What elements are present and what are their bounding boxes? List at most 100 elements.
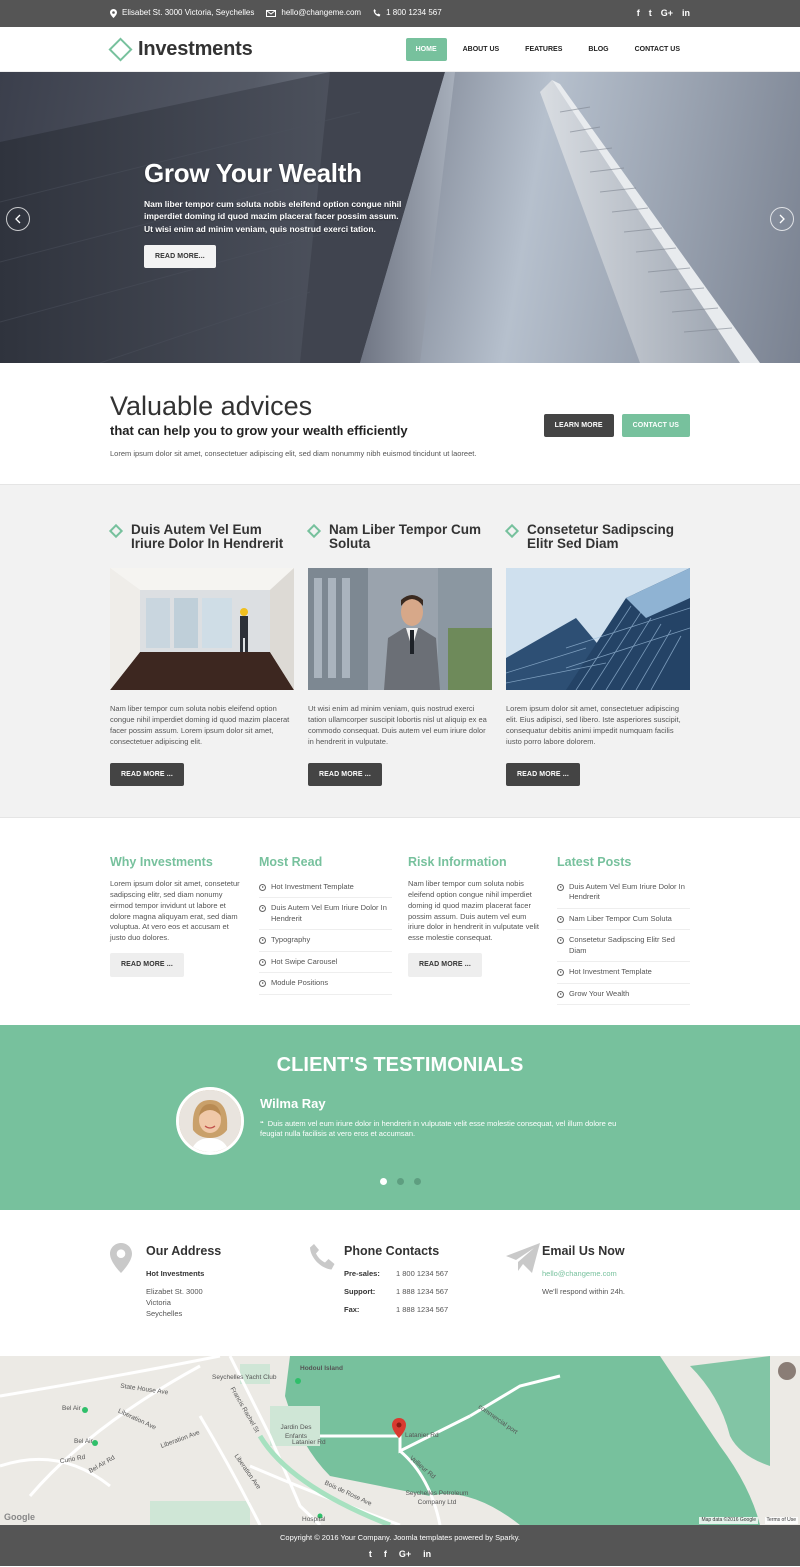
phone-info[interactable]: 1 800 1234 567	[373, 8, 442, 19]
feature-image-interior[interactable]	[110, 568, 294, 690]
list-item[interactable]: Hot Swipe Carousel	[259, 954, 392, 974]
risk-information-widget: Risk Information Nam liber tempor cum so…	[408, 854, 541, 1007]
map-label: Hospital	[302, 1516, 326, 1523]
nav-contact-us[interactable]: CONTACT US	[625, 38, 690, 61]
list-item[interactable]: Consetetur Sadipscing Elitr Sed Diam	[557, 932, 690, 963]
diamond-icon	[108, 523, 124, 539]
features-section: Duis Autem Vel Eum Iriure Dolor In Hendr…	[0, 485, 800, 818]
hero-text: Nam liber tempor cum soluta nobis eleife…	[144, 199, 402, 234]
map-graphic	[0, 1356, 800, 1525]
feature-head: Consetetur Sadipscing Elitr Sed Diam	[504, 522, 690, 568]
list-item[interactable]: Duis Autem Vel Eum Iriure Dolor In Hendr…	[557, 879, 690, 909]
email-info[interactable]: hello@changeme.com	[266, 8, 361, 19]
hero-slider: Grow Your Wealth Nam liber tempor cum so…	[0, 72, 800, 363]
list-item[interactable]: Module Positions	[259, 975, 392, 995]
map-attribution: Map data ©2016 Google	[699, 1517, 758, 1524]
site-header: Investments HOME ABOUT US FEATURES BLOG …	[0, 27, 800, 72]
facebook-icon[interactable]: f	[637, 7, 640, 19]
feature-image-glass-building[interactable]	[506, 568, 690, 690]
map-terms-link[interactable]: Terms of Use	[764, 1517, 798, 1524]
contacts-section: Our Address Hot Investments Elizabet St.…	[0, 1210, 800, 1356]
advices-text: Lorem ipsum dolor sit amet, consectetuer…	[110, 448, 477, 458]
feature-card: Consetetur Sadipscing Elitr Sed Diam Lor…	[504, 522, 690, 787]
company-name: Hot Investments	[146, 1268, 205, 1278]
learn-more-button[interactable]: LEARN MORE	[543, 414, 614, 438]
hero-read-more-button[interactable]: READ MORE...	[144, 245, 216, 269]
diamond-logo-icon	[108, 37, 133, 62]
paper-plane-icon	[506, 1243, 542, 1323]
feature-card: Duis Autem Vel Eum Iriure Dolor In Hendr…	[108, 522, 294, 787]
testimonials-section: CLIENT'S TESTIMONIALS Wilma Ray “Duis au…	[0, 1025, 800, 1210]
hero-prev-arrow[interactable]	[6, 207, 30, 231]
avatar	[176, 1087, 244, 1155]
pagination-dot[interactable]	[379, 1178, 387, 1185]
hero-next-arrow[interactable]	[770, 207, 794, 231]
widget-title: Most Read	[259, 855, 323, 869]
play-circle-icon	[557, 937, 564, 945]
nav-home[interactable]: HOME	[405, 37, 447, 62]
nav-features[interactable]: FEATURES	[515, 38, 572, 61]
feature-text: Ut wisi enim ad minim veniam, quis nostr…	[308, 704, 487, 746]
google-plus-icon[interactable]: G+	[661, 7, 673, 19]
envelope-icon	[266, 9, 277, 17]
testimonial-slide: Wilma Ray “Duis autem vel eum iriure dol…	[176, 1087, 620, 1155]
pagination-dot[interactable]	[413, 1178, 421, 1185]
testimonial-quote-text: Duis autem vel eum iriure dolor in hendr…	[260, 1118, 617, 1139]
feature-read-more-button[interactable]: READ MORE ...	[110, 763, 184, 787]
list-item[interactable]: Hot Investment Template	[259, 879, 392, 899]
feature-title[interactable]: Consetetur Sadipscing Elitr Sed Diam	[527, 522, 690, 551]
facebook-icon[interactable]: f	[384, 1548, 387, 1560]
topbar-email[interactable]: hello@changeme.com	[281, 8, 361, 19]
location-map[interactable]: Hodoul Island Seychelles Yacht Club Stat…	[0, 1356, 800, 1525]
contact-us-button[interactable]: CONTACT US	[621, 414, 690, 438]
phone-title: Phone Contacts	[344, 1244, 440, 1258]
why-read-more-button[interactable]: READ MORE ...	[110, 953, 184, 977]
latest-posts-list: Duis Autem Vel Eum Iriure Dolor In Hendr…	[557, 879, 690, 1006]
address-block: Our Address Hot Investments Elizabet St.…	[110, 1243, 294, 1323]
topbar-phone[interactable]: 1 800 1234 567	[386, 8, 442, 19]
list-item[interactable]: Grow Your Wealth	[557, 986, 690, 1006]
list-item[interactable]: Duis Autem Vel Eum Iriure Dolor In Hendr…	[259, 900, 392, 931]
feature-card: Nam Liber Tempor Cum Soluta Ut wisi enim…	[306, 522, 492, 787]
feature-head: Nam Liber Tempor Cum Soluta	[306, 522, 492, 568]
nav-about-us[interactable]: ABOUT US	[453, 38, 510, 61]
email-link[interactable]: hello@changeme.com	[542, 1269, 625, 1279]
address-info: Elisabet St. 3000 Victoria, Seychelles	[110, 8, 254, 19]
risk-read-more-button[interactable]: READ MORE ...	[408, 953, 482, 977]
email-content: Email Us Now hello@changeme.com We'll re…	[542, 1243, 625, 1323]
woman-portrait-image	[179, 1090, 241, 1152]
linkedin-icon[interactable]: in	[682, 7, 690, 19]
chevron-right-icon	[779, 214, 785, 224]
google-plus-icon[interactable]: G+	[399, 1548, 411, 1560]
list-item[interactable]: Nam Liber Tempor Cum Soluta	[557, 911, 690, 931]
footer-copyright: Copyright © 2016 Your Company. Joomla te…	[280, 1533, 520, 1542]
testimonial-info: Wilma Ray “Duis autem vel eum iriure dol…	[260, 1087, 620, 1155]
phone-icon	[373, 9, 381, 17]
feature-read-more-button[interactable]: READ MORE ...	[506, 763, 580, 787]
play-circle-icon	[259, 905, 266, 913]
pagination-dot[interactable]	[396, 1178, 404, 1185]
site-footer: Copyright © 2016 Your Company. Joomla te…	[0, 1525, 800, 1566]
play-circle-icon	[557, 883, 564, 891]
twitter-icon[interactable]: t	[369, 1548, 372, 1560]
nav-blog[interactable]: BLOG	[578, 38, 618, 61]
play-circle-icon	[259, 980, 266, 988]
room-image	[110, 568, 294, 690]
list-item[interactable]: Typography	[259, 932, 392, 952]
phone-row: Fax: 1 888 1234 567	[344, 1305, 449, 1315]
list-item[interactable]: Hot Investment Template	[557, 964, 690, 984]
map-label: Hodoul Island	[300, 1365, 343, 1372]
feature-image-businessman[interactable]	[308, 568, 492, 690]
testimonials-title: CLIENT'S TESTIMONIALS	[276, 1054, 524, 1076]
twitter-icon[interactable]: t	[649, 7, 652, 19]
google-logo[interactable]: Google	[4, 1511, 35, 1523]
diamond-icon	[504, 523, 520, 539]
site-logo[interactable]: Investments	[108, 36, 253, 63]
feature-title[interactable]: Duis Autem Vel Eum Iriure Dolor In Hendr…	[131, 522, 294, 551]
feature-read-more-button[interactable]: READ MORE ...	[308, 763, 382, 787]
play-circle-icon	[259, 883, 266, 891]
widget-text: Lorem ipsum dolor sit amet, consetetur s…	[110, 878, 240, 943]
linkedin-icon[interactable]: in	[423, 1548, 431, 1560]
feature-text: Nam liber tempor cum soluta nobis eleife…	[110, 704, 290, 746]
feature-title[interactable]: Nam Liber Tempor Cum Soluta	[329, 522, 492, 551]
